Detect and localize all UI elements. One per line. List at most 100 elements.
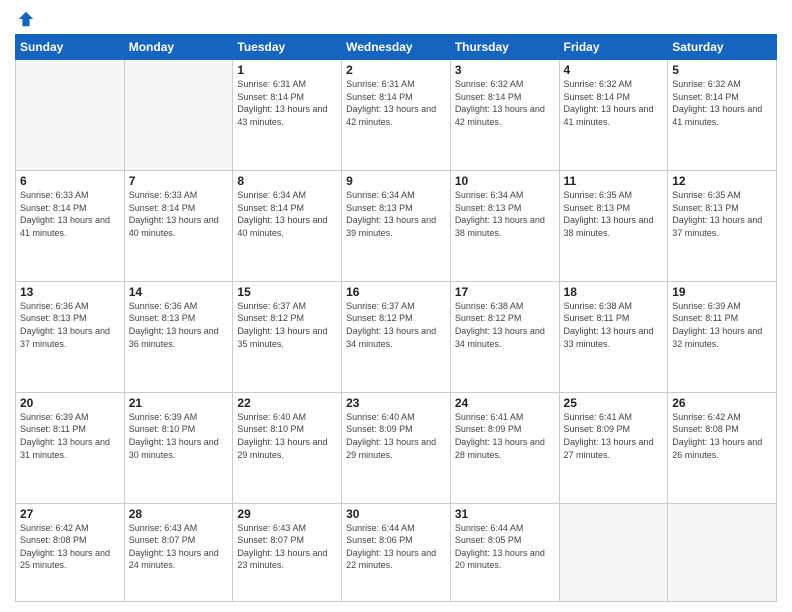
weekday-header: Thursday (450, 35, 559, 60)
day-number: 24 (455, 396, 555, 410)
day-info: Sunrise: 6:44 AMSunset: 8:06 PMDaylight:… (346, 522, 446, 572)
day-info: Sunrise: 6:41 AMSunset: 8:09 PMDaylight:… (455, 411, 555, 461)
calendar-cell: 25Sunrise: 6:41 AMSunset: 8:09 PMDayligh… (559, 392, 668, 503)
day-info: Sunrise: 6:40 AMSunset: 8:10 PMDaylight:… (237, 411, 337, 461)
day-info: Sunrise: 6:32 AMSunset: 8:14 PMDaylight:… (672, 78, 772, 128)
day-number: 3 (455, 63, 555, 77)
day-number: 15 (237, 285, 337, 299)
calendar-cell: 18Sunrise: 6:38 AMSunset: 8:11 PMDayligh… (559, 281, 668, 392)
calendar-cell: 21Sunrise: 6:39 AMSunset: 8:10 PMDayligh… (124, 392, 233, 503)
day-number: 7 (129, 174, 229, 188)
day-info: Sunrise: 6:39 AMSunset: 8:11 PMDaylight:… (20, 411, 120, 461)
calendar-cell: 26Sunrise: 6:42 AMSunset: 8:08 PMDayligh… (668, 392, 777, 503)
header (15, 10, 777, 28)
day-number: 8 (237, 174, 337, 188)
calendar-cell: 8Sunrise: 6:34 AMSunset: 8:14 PMDaylight… (233, 170, 342, 281)
day-info: Sunrise: 6:36 AMSunset: 8:13 PMDaylight:… (20, 300, 120, 350)
calendar-cell (16, 60, 125, 171)
calendar-cell: 5Sunrise: 6:32 AMSunset: 8:14 PMDaylight… (668, 60, 777, 171)
day-info: Sunrise: 6:43 AMSunset: 8:07 PMDaylight:… (129, 522, 229, 572)
day-number: 6 (20, 174, 120, 188)
day-number: 25 (564, 396, 664, 410)
day-number: 12 (672, 174, 772, 188)
weekday-header: Monday (124, 35, 233, 60)
page: SundayMondayTuesdayWednesdayThursdayFrid… (0, 0, 792, 612)
day-number: 20 (20, 396, 120, 410)
calendar-cell: 27Sunrise: 6:42 AMSunset: 8:08 PMDayligh… (16, 503, 125, 601)
day-info: Sunrise: 6:33 AMSunset: 8:14 PMDaylight:… (20, 189, 120, 239)
weekday-header: Sunday (16, 35, 125, 60)
day-info: Sunrise: 6:40 AMSunset: 8:09 PMDaylight:… (346, 411, 446, 461)
day-number: 23 (346, 396, 446, 410)
day-info: Sunrise: 6:35 AMSunset: 8:13 PMDaylight:… (672, 189, 772, 239)
day-info: Sunrise: 6:32 AMSunset: 8:14 PMDaylight:… (564, 78, 664, 128)
day-number: 1 (237, 63, 337, 77)
day-number: 17 (455, 285, 555, 299)
day-info: Sunrise: 6:44 AMSunset: 8:05 PMDaylight:… (455, 522, 555, 572)
calendar-cell: 6Sunrise: 6:33 AMSunset: 8:14 PMDaylight… (16, 170, 125, 281)
calendar-cell (559, 503, 668, 601)
day-number: 30 (346, 507, 446, 521)
weekday-header: Tuesday (233, 35, 342, 60)
calendar-cell: 20Sunrise: 6:39 AMSunset: 8:11 PMDayligh… (16, 392, 125, 503)
calendar-cell: 14Sunrise: 6:36 AMSunset: 8:13 PMDayligh… (124, 281, 233, 392)
day-number: 11 (564, 174, 664, 188)
day-number: 2 (346, 63, 446, 77)
day-info: Sunrise: 6:41 AMSunset: 8:09 PMDaylight:… (564, 411, 664, 461)
day-info: Sunrise: 6:32 AMSunset: 8:14 PMDaylight:… (455, 78, 555, 128)
calendar-table: SundayMondayTuesdayWednesdayThursdayFrid… (15, 34, 777, 602)
calendar-cell: 19Sunrise: 6:39 AMSunset: 8:11 PMDayligh… (668, 281, 777, 392)
calendar-cell: 11Sunrise: 6:35 AMSunset: 8:13 PMDayligh… (559, 170, 668, 281)
day-info: Sunrise: 6:33 AMSunset: 8:14 PMDaylight:… (129, 189, 229, 239)
day-info: Sunrise: 6:36 AMSunset: 8:13 PMDaylight:… (129, 300, 229, 350)
day-number: 13 (20, 285, 120, 299)
calendar-cell: 17Sunrise: 6:38 AMSunset: 8:12 PMDayligh… (450, 281, 559, 392)
calendar-cell: 4Sunrise: 6:32 AMSunset: 8:14 PMDaylight… (559, 60, 668, 171)
calendar-cell: 7Sunrise: 6:33 AMSunset: 8:14 PMDaylight… (124, 170, 233, 281)
day-info: Sunrise: 6:42 AMSunset: 8:08 PMDaylight:… (20, 522, 120, 572)
day-number: 4 (564, 63, 664, 77)
calendar-cell: 13Sunrise: 6:36 AMSunset: 8:13 PMDayligh… (16, 281, 125, 392)
day-info: Sunrise: 6:34 AMSunset: 8:13 PMDaylight:… (346, 189, 446, 239)
day-info: Sunrise: 6:31 AMSunset: 8:14 PMDaylight:… (346, 78, 446, 128)
calendar-cell: 23Sunrise: 6:40 AMSunset: 8:09 PMDayligh… (342, 392, 451, 503)
day-info: Sunrise: 6:38 AMSunset: 8:11 PMDaylight:… (564, 300, 664, 350)
calendar-cell: 1Sunrise: 6:31 AMSunset: 8:14 PMDaylight… (233, 60, 342, 171)
day-info: Sunrise: 6:37 AMSunset: 8:12 PMDaylight:… (237, 300, 337, 350)
calendar-cell: 16Sunrise: 6:37 AMSunset: 8:12 PMDayligh… (342, 281, 451, 392)
calendar-cell: 9Sunrise: 6:34 AMSunset: 8:13 PMDaylight… (342, 170, 451, 281)
day-number: 26 (672, 396, 772, 410)
calendar-cell: 31Sunrise: 6:44 AMSunset: 8:05 PMDayligh… (450, 503, 559, 601)
calendar-cell: 22Sunrise: 6:40 AMSunset: 8:10 PMDayligh… (233, 392, 342, 503)
day-number: 27 (20, 507, 120, 521)
day-number: 9 (346, 174, 446, 188)
calendar-cell: 12Sunrise: 6:35 AMSunset: 8:13 PMDayligh… (668, 170, 777, 281)
day-number: 31 (455, 507, 555, 521)
day-number: 21 (129, 396, 229, 410)
day-number: 14 (129, 285, 229, 299)
weekday-header: Wednesday (342, 35, 451, 60)
day-info: Sunrise: 6:39 AMSunset: 8:10 PMDaylight:… (129, 411, 229, 461)
weekday-header: Friday (559, 35, 668, 60)
calendar-cell (124, 60, 233, 171)
day-info: Sunrise: 6:39 AMSunset: 8:11 PMDaylight:… (672, 300, 772, 350)
day-info: Sunrise: 6:34 AMSunset: 8:14 PMDaylight:… (237, 189, 337, 239)
weekday-header: Saturday (668, 35, 777, 60)
day-number: 16 (346, 285, 446, 299)
day-info: Sunrise: 6:31 AMSunset: 8:14 PMDaylight:… (237, 78, 337, 128)
calendar-cell: 15Sunrise: 6:37 AMSunset: 8:12 PMDayligh… (233, 281, 342, 392)
logo (15, 10, 35, 28)
day-info: Sunrise: 6:42 AMSunset: 8:08 PMDaylight:… (672, 411, 772, 461)
calendar-cell: 29Sunrise: 6:43 AMSunset: 8:07 PMDayligh… (233, 503, 342, 601)
day-number: 28 (129, 507, 229, 521)
logo-icon (17, 10, 35, 28)
day-info: Sunrise: 6:35 AMSunset: 8:13 PMDaylight:… (564, 189, 664, 239)
calendar-cell: 30Sunrise: 6:44 AMSunset: 8:06 PMDayligh… (342, 503, 451, 601)
day-info: Sunrise: 6:43 AMSunset: 8:07 PMDaylight:… (237, 522, 337, 572)
calendar-cell (668, 503, 777, 601)
day-info: Sunrise: 6:37 AMSunset: 8:12 PMDaylight:… (346, 300, 446, 350)
calendar-cell: 10Sunrise: 6:34 AMSunset: 8:13 PMDayligh… (450, 170, 559, 281)
calendar-cell: 3Sunrise: 6:32 AMSunset: 8:14 PMDaylight… (450, 60, 559, 171)
day-number: 22 (237, 396, 337, 410)
calendar-cell: 28Sunrise: 6:43 AMSunset: 8:07 PMDayligh… (124, 503, 233, 601)
